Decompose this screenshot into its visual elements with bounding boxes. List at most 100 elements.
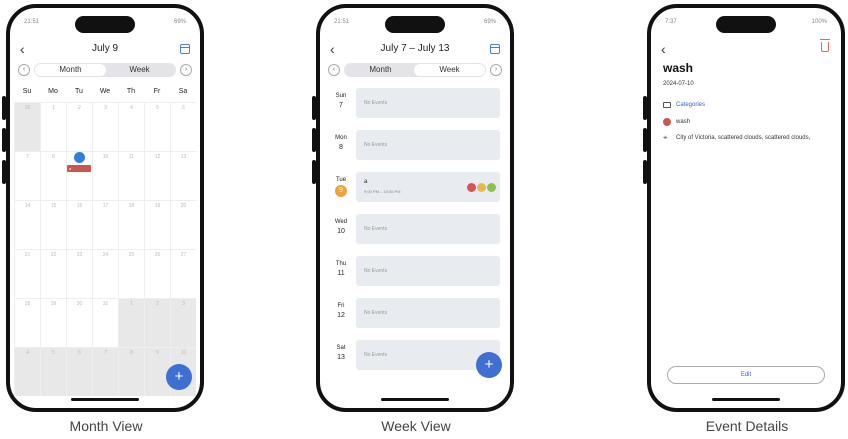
day-cell[interactable]: 8 (40, 151, 66, 200)
categories-link[interactable]: Categories (676, 101, 831, 109)
no-events-label: No Events (364, 226, 388, 232)
day-number: 27 (180, 252, 187, 258)
day-number: 17 (102, 203, 109, 209)
edit-button[interactable]: Edit (667, 366, 825, 384)
tag-dot-icon (487, 183, 496, 192)
day-number: 6 (78, 350, 81, 356)
day-cell[interactable]: 23 (66, 249, 92, 298)
next-icon[interactable]: › (490, 64, 502, 76)
day-cell[interactable]: 31 (92, 298, 118, 347)
day-cell[interactable]: 2 (144, 298, 170, 347)
caption-month: Month View (69, 418, 143, 434)
segmented-control: Month Week (344, 63, 486, 77)
day-cell[interactable]: 24 (92, 249, 118, 298)
day-cell[interactable]: 21 (14, 249, 40, 298)
day-number: 23 (76, 252, 83, 258)
day-number: 30 (76, 301, 83, 307)
event-time: 9:00 PM – 10:00 PM (364, 189, 401, 194)
trash-icon[interactable] (820, 39, 830, 52)
day-number: 21 (24, 252, 31, 258)
day-number: 1 (52, 105, 55, 111)
day-cell[interactable]: 1 (40, 102, 66, 151)
day-cell[interactable]: 3 (92, 102, 118, 151)
week-title: July 7 – July 13 (380, 43, 450, 54)
home-indicator (71, 398, 139, 401)
week-day-row: Mon 8 No Events (330, 130, 500, 160)
day-number: 12 (337, 312, 345, 319)
day-cell[interactable]: 11 (118, 151, 144, 200)
calendar-icon[interactable] (180, 44, 190, 54)
weekday-name: Tue (335, 177, 347, 183)
day-cell[interactable]: 4 (118, 102, 144, 151)
folder-icon (663, 102, 671, 108)
location-pin-icon: ⌖ (663, 133, 668, 142)
weekday-label: Mo (48, 88, 58, 95)
day-cell[interactable]: 6 (170, 102, 196, 151)
seg-week-button[interactable]: Week (414, 64, 485, 76)
day-cell[interactable]: 30 (14, 102, 40, 151)
event-bar[interactable]: a (67, 165, 91, 172)
day-cell[interactable]: 25 (118, 249, 144, 298)
day-cell[interactable]: 29 (40, 298, 66, 347)
tag-icon (663, 118, 671, 126)
no-events-box[interactable]: No Events (356, 88, 500, 118)
day-cell[interactable]: 30 (66, 298, 92, 347)
day-cell[interactable]: 5 (144, 102, 170, 151)
day-cell[interactable]: 26 (144, 249, 170, 298)
week-day-label: Sun 7 (330, 92, 352, 110)
day-cell[interactable]: 13 (170, 151, 196, 200)
day-number: 7 (104, 350, 107, 356)
add-event-button[interactable]: + (166, 364, 192, 390)
day-cell[interactable]: 8 (118, 347, 144, 396)
day-cell[interactable]: 12 (144, 151, 170, 200)
day-cell[interactable]: 20 (170, 200, 196, 249)
day-cell[interactable]: 27 (170, 249, 196, 298)
prev-icon[interactable]: ‹ (328, 64, 340, 76)
day-number: 26 (154, 252, 161, 258)
week-day-label: Mon 8 (330, 134, 352, 152)
weather-text: City of Victoria, scattered clouds, scat… (676, 135, 811, 141)
week-day-label: Wed 10 (330, 218, 352, 236)
no-events-box[interactable]: No Events (356, 214, 500, 244)
day-cell[interactable]: 28 (14, 298, 40, 347)
no-events-box[interactable]: No Events (356, 130, 500, 160)
day-number: 1 (130, 301, 133, 307)
day-number: 29 (50, 301, 57, 307)
day-cell[interactable]: 14 (14, 200, 40, 249)
no-events-box[interactable]: No Events (356, 298, 500, 328)
seg-month-button[interactable]: Month (345, 64, 416, 76)
day-cell[interactable]: 15 (40, 200, 66, 249)
day-cell[interactable]: 10 (92, 151, 118, 200)
calendar-icon[interactable] (490, 44, 500, 54)
day-cell[interactable]: 16 (66, 200, 92, 249)
day-cell[interactable]: 1 (118, 298, 144, 347)
day-cell[interactable]: 17 (92, 200, 118, 249)
prev-icon[interactable]: ‹ (18, 64, 30, 76)
day-cell[interactable]: 19 (144, 200, 170, 249)
seg-month-button[interactable]: Month (35, 64, 106, 76)
day-cell[interactable]: 4 (14, 347, 40, 396)
no-events-label: No Events (364, 310, 388, 316)
tag-label: wash (676, 119, 691, 125)
phone-week-view: 21:51 69% ‹ July 7 – July 13 ‹ Month Wee… (316, 4, 514, 412)
day-number: 7 (339, 102, 343, 109)
day-cell[interactable]: 2 (66, 102, 92, 151)
day-cell[interactable]: 5 (40, 347, 66, 396)
back-arrow-icon[interactable]: ‹ (661, 42, 666, 56)
day-cell[interactable]: 18 (118, 200, 144, 249)
no-events-box[interactable]: No Events (356, 256, 500, 286)
day-number: 4 (26, 350, 29, 356)
seg-week-button[interactable]: Week (104, 64, 175, 76)
day-cell[interactable]: 7 (92, 347, 118, 396)
day-cell[interactable]: 6 (66, 347, 92, 396)
day-cell[interactable]: 7 (14, 151, 40, 200)
next-icon[interactable]: › (180, 64, 192, 76)
add-event-button[interactable]: + (476, 352, 502, 378)
week-day-row: Sat 13 No Events (330, 340, 500, 370)
day-number: 22 (50, 252, 57, 258)
day-number: 9 (156, 350, 159, 356)
day-cell[interactable]: 22 (40, 249, 66, 298)
event-card[interactable]: a 9:00 PM – 10:00 PM (356, 172, 500, 202)
day-cell[interactable]: 3 (170, 298, 196, 347)
status-battery: 69% (173, 19, 186, 25)
